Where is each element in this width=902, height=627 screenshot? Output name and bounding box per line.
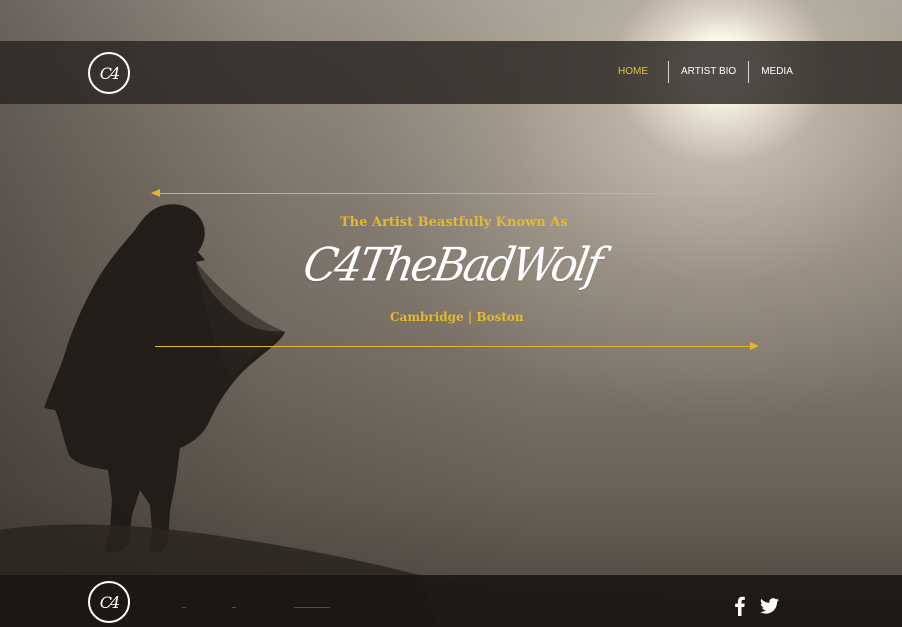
facebook-icon[interactable] bbox=[732, 595, 748, 617]
footer-logo-monogram: C4 bbox=[99, 592, 120, 612]
twitter-glyph bbox=[759, 598, 779, 614]
top-arrow-line bbox=[158, 193, 755, 194]
site-logo[interactable]: C4 bbox=[88, 52, 130, 94]
logo-monogram: C4 bbox=[99, 63, 120, 83]
right-arrowhead bbox=[750, 342, 759, 350]
bottom-arrow-line bbox=[155, 346, 751, 347]
facebook-glyph bbox=[735, 596, 745, 616]
nav-media[interactable]: MEDIA bbox=[749, 61, 805, 83]
footer-divider bbox=[182, 607, 186, 608]
hero-location: Cambridge | Boston bbox=[390, 310, 524, 324]
nav-home[interactable]: HOME bbox=[602, 61, 668, 83]
footer-divider bbox=[232, 607, 236, 608]
hero-title: C4TheBadWolf bbox=[299, 238, 604, 292]
twitter-icon[interactable] bbox=[758, 595, 780, 617]
hero-kicker: The Artist Beastfully Known As bbox=[340, 215, 568, 230]
main-nav: HOME ARTIST BIO MEDIA bbox=[602, 60, 805, 84]
footer-logo[interactable]: C4 bbox=[88, 581, 130, 623]
site-header: C4 HOME ARTIST BIO MEDIA bbox=[0, 41, 902, 104]
footer-divider bbox=[294, 607, 330, 608]
left-arrowhead bbox=[151, 189, 160, 197]
site-footer: C4 bbox=[0, 575, 902, 627]
nav-artist-bio[interactable]: ARTIST BIO bbox=[669, 61, 748, 83]
